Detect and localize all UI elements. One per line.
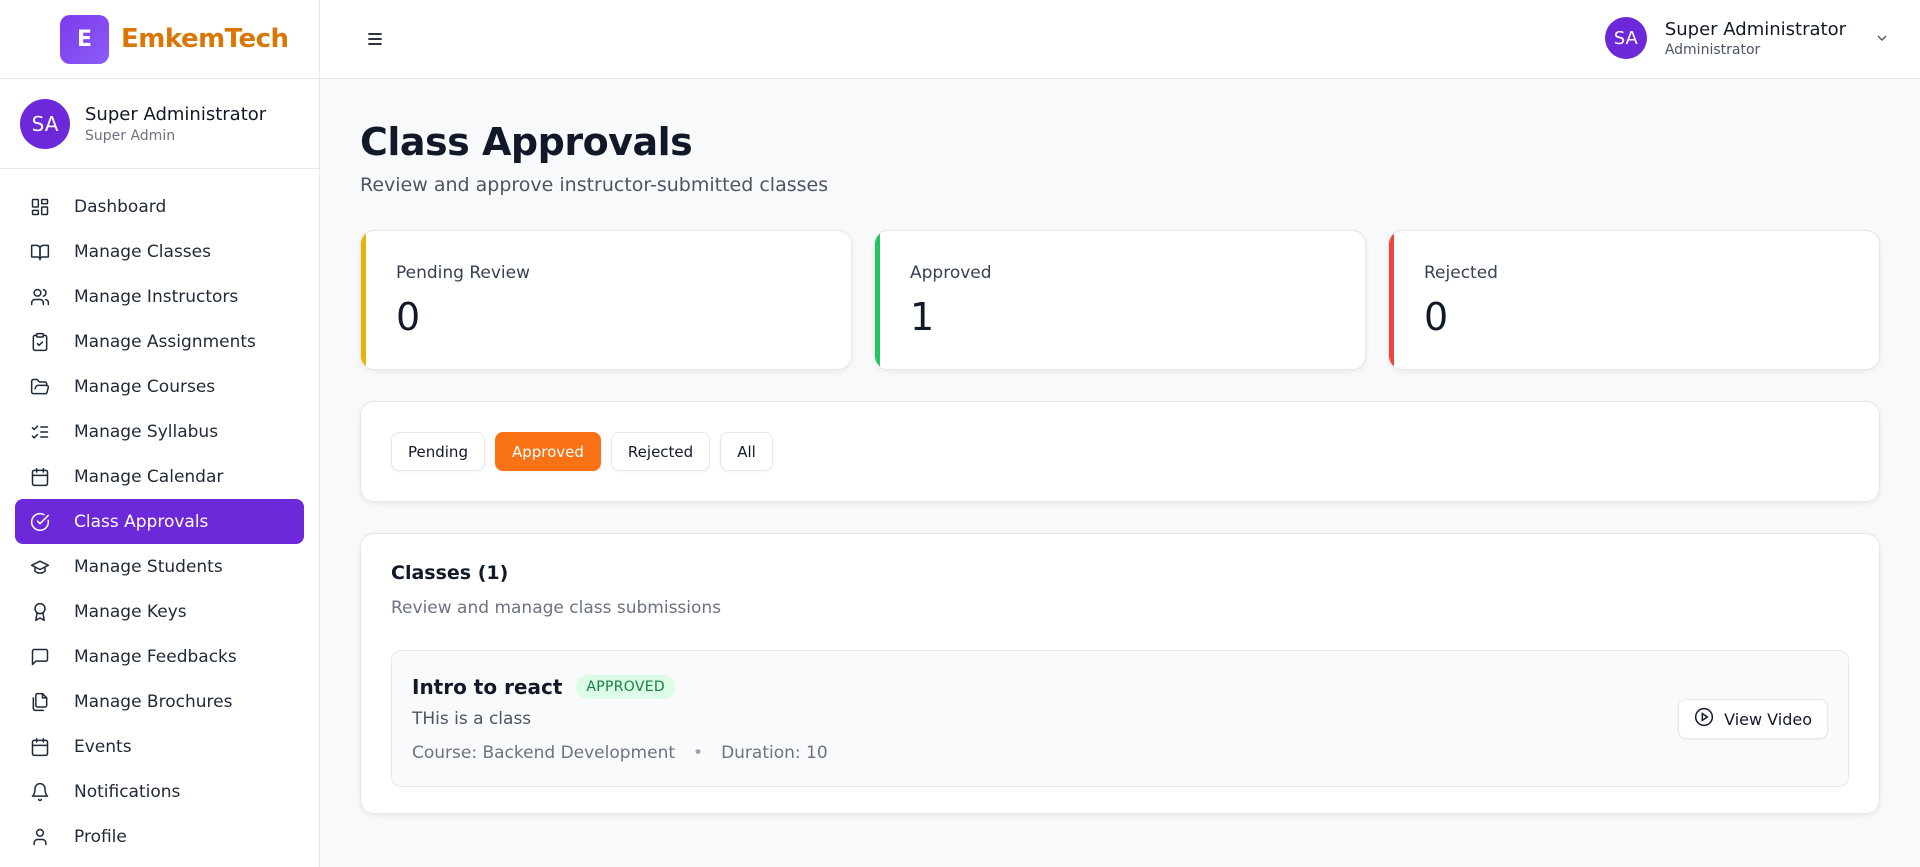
sidebar-item-manage-brochures[interactable]: Manage Brochures: [15, 679, 304, 724]
sidebar-item-dashboard[interactable]: Dashboard: [15, 184, 304, 229]
sidebar-item-label: Manage Students: [74, 556, 223, 577]
check-circle-icon: [29, 511, 51, 533]
sidebar-item-profile[interactable]: Profile: [15, 814, 304, 859]
sidebar-item-manage-assignments[interactable]: Manage Assignments: [15, 319, 304, 364]
stat-card-rejected: Rejected 0: [1388, 230, 1880, 370]
users-icon: [29, 286, 51, 308]
stat-value: 0: [1424, 295, 1449, 339]
award-icon: [29, 601, 51, 623]
calendar-icon: [29, 736, 51, 758]
sidebar-item-notifications[interactable]: Notifications: [15, 769, 304, 814]
sidebar-item-label: Manage Brochures: [74, 691, 233, 712]
list-checks-icon: [29, 421, 51, 443]
sidebar-item-manage-classes[interactable]: Manage Classes: [15, 229, 304, 274]
sidebar-item-manage-students[interactable]: Manage Students: [15, 544, 304, 589]
sidebar-item-manage-syllabus[interactable]: Manage Syllabus: [15, 409, 304, 454]
classes-subtitle: Review and manage class submissions: [391, 598, 722, 618]
avatar: SA: [20, 98, 70, 149]
sidebar-item-label: Manage Instructors: [74, 286, 239, 307]
book-open-icon: [29, 241, 51, 263]
sidebar-item-label: Manage Keys: [74, 601, 187, 622]
filter-bar: Pending Approved Rejected All: [360, 401, 1880, 502]
list-item: Intro to react APPROVED THis is a class …: [391, 650, 1849, 787]
brand[interactable]: E EmkemTech: [0, 0, 319, 79]
class-meta: Course: Backend Development • Duration: …: [412, 743, 1848, 763]
header-user-role: Administrator: [1664, 41, 1761, 58]
sidebar-item-manage-feedbacks[interactable]: Manage Feedbacks: [15, 634, 304, 679]
sidebar-item-manage-instructors[interactable]: Manage Instructors: [15, 274, 304, 319]
grid-icon: [29, 196, 51, 218]
sidebar-item-label: Manage Syllabus: [74, 421, 219, 442]
stat-label: Approved: [910, 263, 992, 283]
sidebar-user: SA Super Administrator Super Admin: [0, 79, 319, 169]
folder-open-icon: [29, 376, 51, 398]
calendar-icon: [29, 466, 51, 488]
sidebar-item-manage-calendar[interactable]: Manage Calendar: [15, 454, 304, 499]
filter-pending-button[interactable]: Pending: [391, 432, 485, 471]
sidebar-item-manage-keys[interactable]: Manage Keys: [15, 589, 304, 634]
filter-all-button[interactable]: All: [720, 432, 773, 471]
classes-panel: Classes (1) Review and manage class subm…: [360, 533, 1880, 814]
hamburger-icon[interactable]: [363, 27, 387, 51]
user-menu[interactable]: SA Super Administrator Administrator: [1604, 17, 1890, 59]
sidebar-item-class-approvals[interactable]: Class Approvals: [15, 499, 304, 544]
stats-row: Pending Review 0 Approved 1 Rejected 0: [360, 230, 1880, 370]
sidebar-item-label: Notifications: [74, 781, 181, 802]
view-video-label: View Video: [1724, 709, 1812, 729]
sidebar-nav: Dashboard Manage Classes Manage Instruct…: [0, 169, 319, 859]
stat-value: 1: [910, 295, 935, 339]
class-description: THis is a class: [412, 709, 532, 729]
brand-logo: E: [60, 14, 109, 64]
filter-approved-button[interactable]: Approved: [494, 432, 601, 471]
user-icon: [29, 826, 51, 848]
sidebar-item-label: Events: [74, 736, 132, 757]
bell-icon: [29, 781, 51, 803]
chevron-down-icon[interactable]: [1874, 30, 1890, 46]
stat-value: 0: [396, 295, 421, 339]
top-header: SA Super Administrator Administrator: [320, 0, 1920, 79]
play-circle-icon: [1694, 707, 1714, 731]
stat-label: Rejected: [1424, 263, 1498, 283]
stat-label: Pending Review: [396, 263, 531, 283]
classes-title: Classes (1): [391, 562, 509, 584]
header-user-name: Super Administrator: [1664, 18, 1846, 40]
status-badge: APPROVED: [576, 675, 675, 699]
sidebar-item-label: Class Approvals: [74, 511, 209, 532]
sidebar-user-name: Super Administrator: [85, 103, 267, 125]
sidebar-item-label: Profile: [74, 826, 127, 847]
class-duration: Duration: 10: [721, 743, 828, 763]
main-content: Class Approvals Review and approve instr…: [360, 79, 1880, 814]
page-subtitle: Review and approve instructor-submitted …: [360, 174, 829, 196]
meta-separator: •: [693, 743, 704, 763]
filter-rejected-button[interactable]: Rejected: [610, 432, 711, 471]
sidebar-item-label: Manage Classes: [74, 241, 211, 262]
class-title: Intro to react: [412, 675, 563, 699]
sidebar-item-manage-courses[interactable]: Manage Courses: [15, 364, 304, 409]
stat-card-pending: Pending Review 0: [360, 230, 852, 370]
sidebar-user-role: Super Admin: [85, 127, 176, 144]
brand-name: EmkemTech: [121, 24, 289, 54]
sidebar: E EmkemTech SA Super Administrator Super…: [0, 0, 320, 867]
view-video-button[interactable]: View Video: [1678, 699, 1828, 739]
class-course: Course: Backend Development: [412, 743, 676, 763]
sidebar-item-events[interactable]: Events: [15, 724, 304, 769]
page-title: Class Approvals: [360, 120, 693, 164]
avatar: SA: [1604, 17, 1647, 59]
sidebar-item-label: Manage Calendar: [74, 466, 224, 487]
clipboard-check-icon: [29, 331, 51, 353]
graduation-cap-icon: [29, 556, 51, 578]
files-icon: [29, 691, 51, 713]
message-square-icon: [29, 646, 51, 668]
sidebar-item-label: Manage Feedbacks: [74, 646, 237, 667]
sidebar-item-label: Manage Courses: [74, 376, 216, 397]
stat-card-approved: Approved 1: [874, 230, 1366, 370]
sidebar-item-label: Manage Assignments: [74, 331, 256, 352]
sidebar-item-label: Dashboard: [74, 196, 167, 217]
